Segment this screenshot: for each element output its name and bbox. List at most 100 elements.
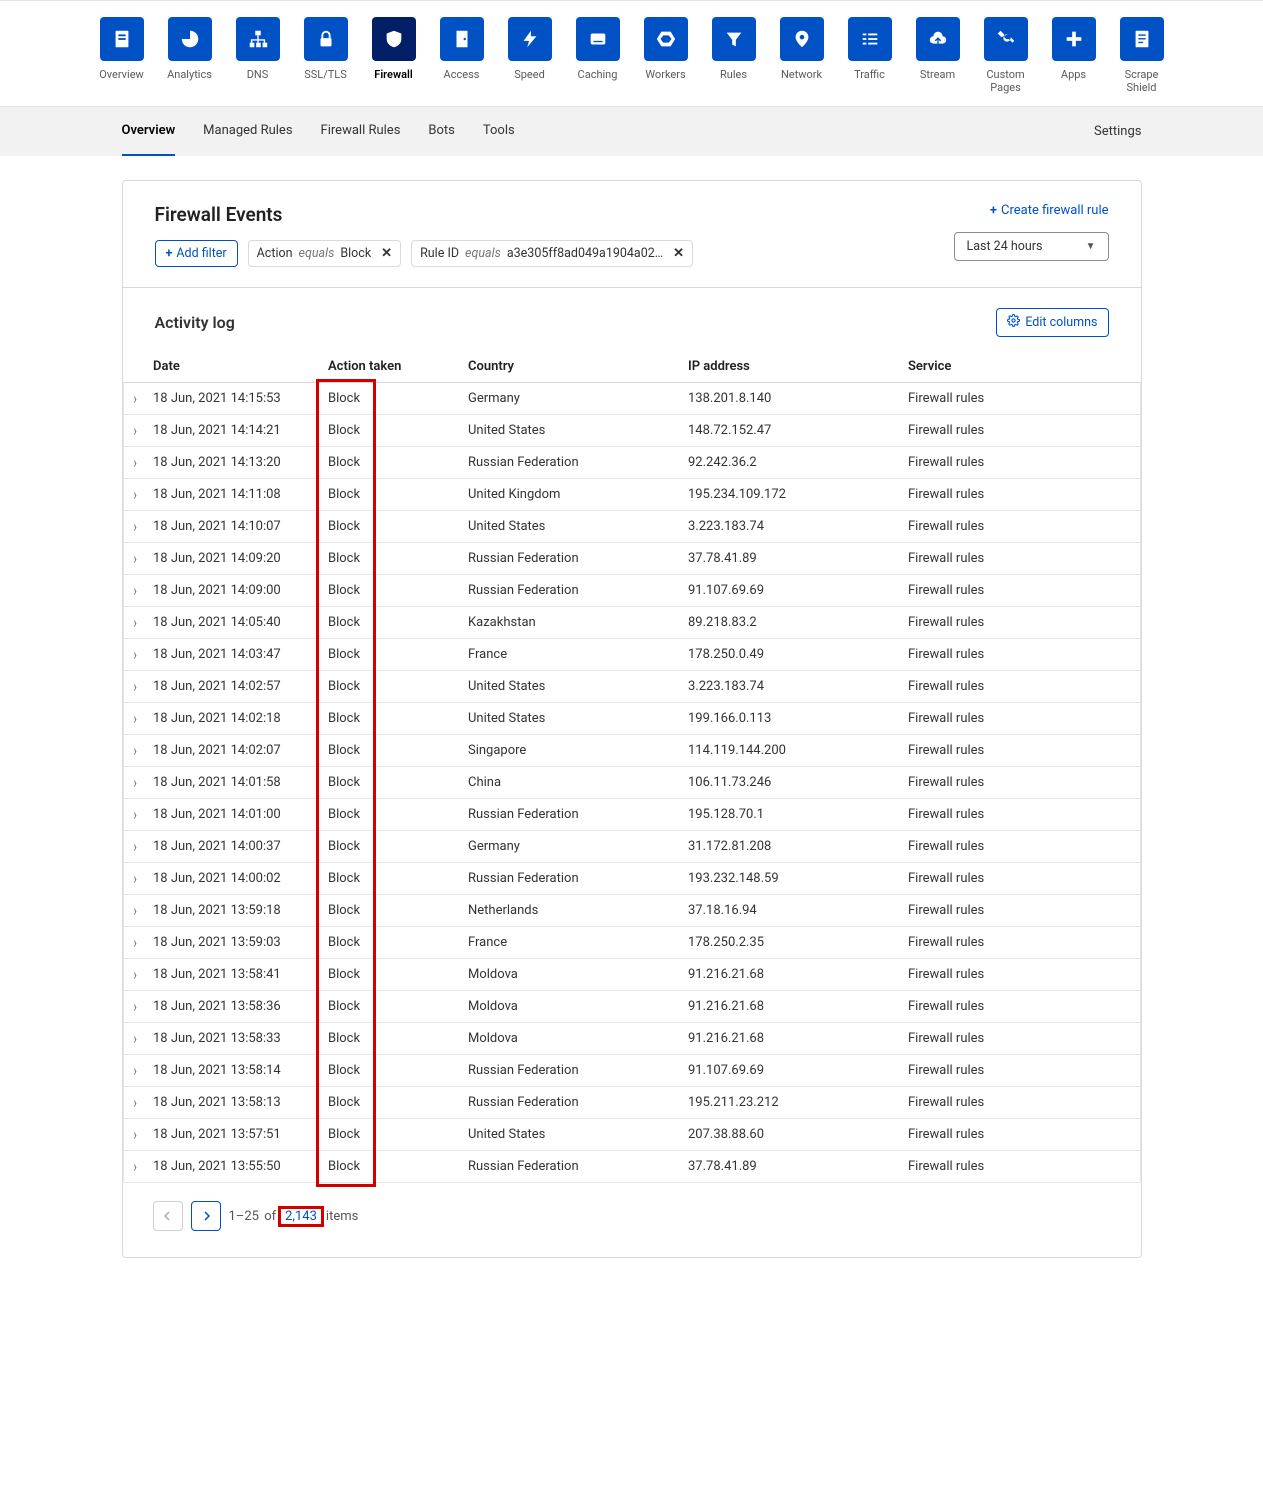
table-row[interactable]: › 18 Jun, 2021 14:01:00 Block Russian Fe… [123, 799, 1140, 831]
table-row[interactable]: › 18 Jun, 2021 14:05:40 Block Kazakhstan… [123, 607, 1140, 639]
nav-label: DNS [247, 69, 269, 82]
cell-ip: 114.119.144.200 [688, 735, 908, 767]
nav-scrape-shield[interactable]: Scrape Shield [1119, 17, 1165, 94]
nav-ssl-tls[interactable]: SSL/TLS [303, 17, 349, 94]
chevron-right-icon[interactable]: › [134, 454, 137, 472]
tab-firewall-rules[interactable]: Firewall Rules [321, 107, 401, 156]
time-range-picker[interactable]: Last 24 hours ▼ [954, 232, 1109, 261]
tab-bots[interactable]: Bots [428, 107, 454, 156]
table-row[interactable]: › 18 Jun, 2021 13:57:51 Block United Sta… [123, 1119, 1140, 1151]
chevron-right-icon[interactable]: › [134, 422, 137, 440]
chevron-right-icon[interactable]: › [134, 774, 137, 792]
cell-country: United Kingdom [468, 479, 688, 511]
chevron-right-icon[interactable]: › [134, 1094, 137, 1112]
chevron-right-icon[interactable]: › [134, 678, 137, 696]
table-row[interactable]: › 18 Jun, 2021 14:02:57 Block United Sta… [123, 671, 1140, 703]
cell-country: China [468, 767, 688, 799]
chevron-right-icon[interactable]: › [134, 614, 137, 632]
nav-apps[interactable]: Apps [1051, 17, 1097, 94]
table-row[interactable]: › 18 Jun, 2021 13:58:13 Block Russian Fe… [123, 1087, 1140, 1119]
create-firewall-rule-link[interactable]: + Create firewall rule [990, 203, 1109, 218]
chevron-down-icon: ▼ [1086, 241, 1096, 252]
table-row[interactable]: › 18 Jun, 2021 13:58:33 Block Moldova 91… [123, 1023, 1140, 1055]
table-row[interactable]: › 18 Jun, 2021 14:13:20 Block Russian Fe… [123, 447, 1140, 479]
edit-columns-button[interactable]: Edit columns [996, 308, 1108, 337]
nav-caching[interactable]: Caching [575, 17, 621, 94]
cell-date: 18 Jun, 2021 14:14:21 [153, 415, 328, 447]
chevron-right-icon[interactable]: › [134, 966, 137, 984]
cell-date: 18 Jun, 2021 14:15:53 [153, 383, 328, 415]
table-row[interactable]: › 18 Jun, 2021 14:02:18 Block United Sta… [123, 703, 1140, 735]
chevron-right-icon[interactable]: › [134, 1126, 137, 1144]
nav-traffic[interactable]: Traffic [847, 17, 893, 94]
cell-ip: 91.107.69.69 [688, 1055, 908, 1087]
chevron-right-icon[interactable]: › [134, 646, 137, 664]
table-row[interactable]: › 18 Jun, 2021 13:59:18 Block Netherland… [123, 895, 1140, 927]
table-row[interactable]: › 18 Jun, 2021 14:10:07 Block United Sta… [123, 511, 1140, 543]
chevron-right-icon[interactable]: › [134, 806, 137, 824]
nav-dns[interactable]: DNS [235, 17, 281, 94]
nav-speed[interactable]: Speed [507, 17, 553, 94]
settings-link[interactable]: Settings [1094, 124, 1141, 139]
chevron-right-icon[interactable]: › [134, 1158, 137, 1176]
filter-chip-0[interactable]: Action equals Block ✕ [248, 240, 401, 267]
nav-network[interactable]: Network [779, 17, 825, 94]
table-row[interactable]: › 18 Jun, 2021 14:11:08 Block United Kin… [123, 479, 1140, 511]
chevron-right-icon[interactable]: › [134, 710, 137, 728]
tab-managed-rules[interactable]: Managed Rules [203, 107, 292, 156]
nav-stream[interactable]: Stream [915, 17, 961, 94]
chevron-right-icon[interactable]: › [134, 486, 137, 504]
chevron-right-icon[interactable]: › [134, 518, 137, 536]
chevron-right-icon[interactable]: › [134, 998, 137, 1016]
cell-date: 18 Jun, 2021 13:57:51 [153, 1119, 328, 1151]
table-row[interactable]: › 18 Jun, 2021 14:02:07 Block Singapore … [123, 735, 1140, 767]
chevron-right-icon[interactable]: › [134, 838, 137, 856]
chevron-right-icon[interactable]: › [134, 550, 137, 568]
table-row[interactable]: › 18 Jun, 2021 13:58:14 Block Russian Fe… [123, 1055, 1140, 1087]
table-row[interactable]: › 18 Jun, 2021 14:15:53 Block Germany 13… [123, 383, 1140, 415]
cell-country: Russian Federation [468, 1151, 688, 1183]
nav-rules[interactable]: Rules [711, 17, 757, 94]
nav-analytics[interactable]: Analytics [167, 17, 213, 94]
table-row[interactable]: › 18 Jun, 2021 13:58:41 Block Moldova 91… [123, 959, 1140, 991]
chevron-right-icon[interactable]: › [134, 582, 137, 600]
table-row[interactable]: › 18 Jun, 2021 14:03:47 Block France 178… [123, 639, 1140, 671]
chevron-right-icon[interactable]: › [134, 1030, 137, 1048]
nav-workers[interactable]: Workers [643, 17, 689, 94]
filter-chip-1[interactable]: Rule ID equals a3e305ff8ad049a1904a02… ✕ [411, 240, 693, 267]
chevron-right-icon[interactable]: › [134, 1062, 137, 1080]
cell-action: Block [328, 927, 468, 959]
chevron-right-icon[interactable]: › [134, 902, 137, 920]
chevron-right-icon[interactable]: › [134, 742, 137, 760]
chevron-right-icon[interactable]: › [134, 870, 137, 888]
nav-label: Rules [720, 69, 747, 82]
close-icon[interactable]: ✕ [673, 246, 684, 261]
table-row[interactable]: › 18 Jun, 2021 14:00:37 Block Germany 31… [123, 831, 1140, 863]
plus-icon [1052, 17, 1096, 61]
add-filter-button[interactable]: + Add filter [155, 240, 238, 267]
cell-action: Block [328, 543, 468, 575]
table-row[interactable]: › 18 Jun, 2021 13:59:03 Block France 178… [123, 927, 1140, 959]
chevron-right-icon[interactable]: › [134, 934, 137, 952]
cell-country: United States [468, 1119, 688, 1151]
next-page-button[interactable] [191, 1201, 221, 1231]
chevron-right-icon[interactable]: › [134, 390, 137, 408]
cell-country: Moldova [468, 959, 688, 991]
nav-label: Overview [99, 69, 144, 82]
nav-firewall[interactable]: Firewall [371, 17, 417, 94]
table-row[interactable]: › 18 Jun, 2021 14:01:58 Block China 106.… [123, 767, 1140, 799]
table-row[interactable]: › 18 Jun, 2021 14:00:02 Block Russian Fe… [123, 863, 1140, 895]
cell-ip: 89.218.83.2 [688, 607, 908, 639]
tab-tools[interactable]: Tools [483, 107, 515, 156]
table-row[interactable]: › 18 Jun, 2021 13:58:36 Block Moldova 91… [123, 991, 1140, 1023]
table-row[interactable]: › 18 Jun, 2021 13:55:50 Block Russian Fe… [123, 1151, 1140, 1183]
nav-overview[interactable]: Overview [99, 17, 145, 94]
table-row[interactable]: › 18 Jun, 2021 14:09:20 Block Russian Fe… [123, 543, 1140, 575]
prev-page-button[interactable] [153, 1201, 183, 1231]
table-row[interactable]: › 18 Jun, 2021 14:14:21 Block United Sta… [123, 415, 1140, 447]
nav-custom-pages[interactable]: Custom Pages [983, 17, 1029, 94]
tab-overview[interactable]: Overview [122, 107, 176, 156]
close-icon[interactable]: ✕ [381, 246, 392, 261]
table-row[interactable]: › 18 Jun, 2021 14:09:00 Block Russian Fe… [123, 575, 1140, 607]
nav-access[interactable]: Access [439, 17, 485, 94]
